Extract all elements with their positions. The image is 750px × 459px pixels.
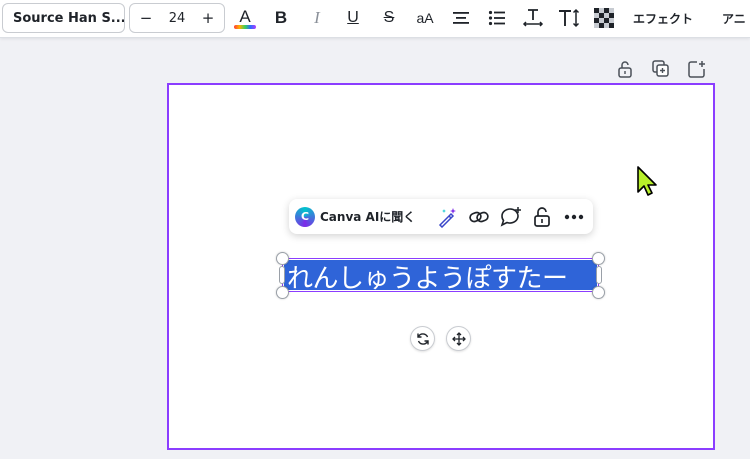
underline-button[interactable]: U: [342, 4, 364, 32]
canva-ai-logo-icon: C: [295, 206, 315, 227]
bold-button[interactable]: B: [270, 4, 292, 32]
font-size-increase-button[interactable]: +: [200, 9, 216, 27]
link-icon: [469, 211, 489, 223]
comment-icon: [500, 207, 521, 227]
add-page-icon: [688, 61, 705, 78]
ask-canva-ai-button[interactable]: C Canva AIに聞く: [295, 204, 415, 229]
ask-canva-ai-label: Canva AIに聞く: [320, 210, 416, 224]
lock-icon: [534, 207, 550, 227]
move-button[interactable]: [446, 326, 471, 351]
lock-icon: [618, 61, 632, 78]
font-family-value: Source Han S...: [13, 10, 125, 26]
italic-button[interactable]: I: [306, 4, 328, 32]
magic-edit-icon: [438, 208, 456, 228]
text-spacing-button[interactable]: [556, 4, 582, 32]
letter-spacing-button[interactable]: [520, 4, 546, 32]
duplicate-page-button[interactable]: [652, 60, 670, 78]
mouse-cursor-icon: [637, 166, 657, 196]
animate-button[interactable]: アニ: [722, 4, 746, 32]
duplicate-page-icon: [652, 60, 669, 77]
font-size-decrease-button[interactable]: −: [138, 9, 154, 27]
letter-case-button[interactable]: aA: [412, 4, 438, 32]
text-color-letter: A: [239, 6, 251, 26]
lock-page-button[interactable]: [616, 60, 634, 78]
add-page-button[interactable]: [688, 60, 706, 78]
lock-element-button[interactable]: [530, 205, 554, 229]
letter-spacing-icon: [522, 9, 544, 27]
selected-text-element[interactable]: れんしゅうようぽすたー: [282, 258, 599, 294]
font-size-value[interactable]: 24: [169, 11, 186, 26]
rotate-button[interactable]: [410, 326, 435, 351]
resize-handle-bottom-right[interactable]: [592, 286, 605, 299]
magic-edit-button[interactable]: [435, 205, 459, 229]
resize-handle-top-right[interactable]: [592, 252, 605, 265]
move-icon: [451, 331, 466, 346]
list-button[interactable]: [485, 4, 509, 32]
resize-handle-right[interactable]: [596, 266, 602, 284]
link-button[interactable]: [467, 205, 491, 229]
bullet-list-icon: [488, 10, 505, 26]
resize-handle-left[interactable]: [279, 266, 285, 284]
font-family-dropdown[interactable]: Source Han S...: [2, 3, 125, 33]
rotate-icon: [416, 332, 429, 345]
align-center-icon: [453, 12, 469, 24]
align-center-button[interactable]: [449, 4, 473, 32]
element-context-toolbar: C Canva AIに聞く: [289, 199, 593, 234]
effects-button[interactable]: エフェクト: [633, 4, 693, 32]
resize-handle-top-left[interactable]: [276, 252, 289, 265]
selected-text[interactable]: れんしゅうようぽすたー: [287, 259, 599, 294]
comment-button[interactable]: [499, 205, 523, 229]
strikethrough-button[interactable]: S: [378, 4, 400, 32]
more-icon: [564, 214, 584, 220]
line-height-icon: [559, 8, 580, 28]
text-color-button[interactable]: A: [233, 4, 257, 32]
transparency-button[interactable]: [593, 4, 615, 32]
font-size-stepper: − 24 +: [129, 3, 225, 33]
transparency-icon: [594, 8, 614, 28]
editor-toolbar: Source Han S... − 24 + A B I U S aA エフェク…: [0, 0, 750, 38]
resize-handle-bottom-left[interactable]: [276, 286, 289, 299]
text-color-swatch: [234, 24, 256, 29]
more-options-button[interactable]: [562, 205, 586, 229]
